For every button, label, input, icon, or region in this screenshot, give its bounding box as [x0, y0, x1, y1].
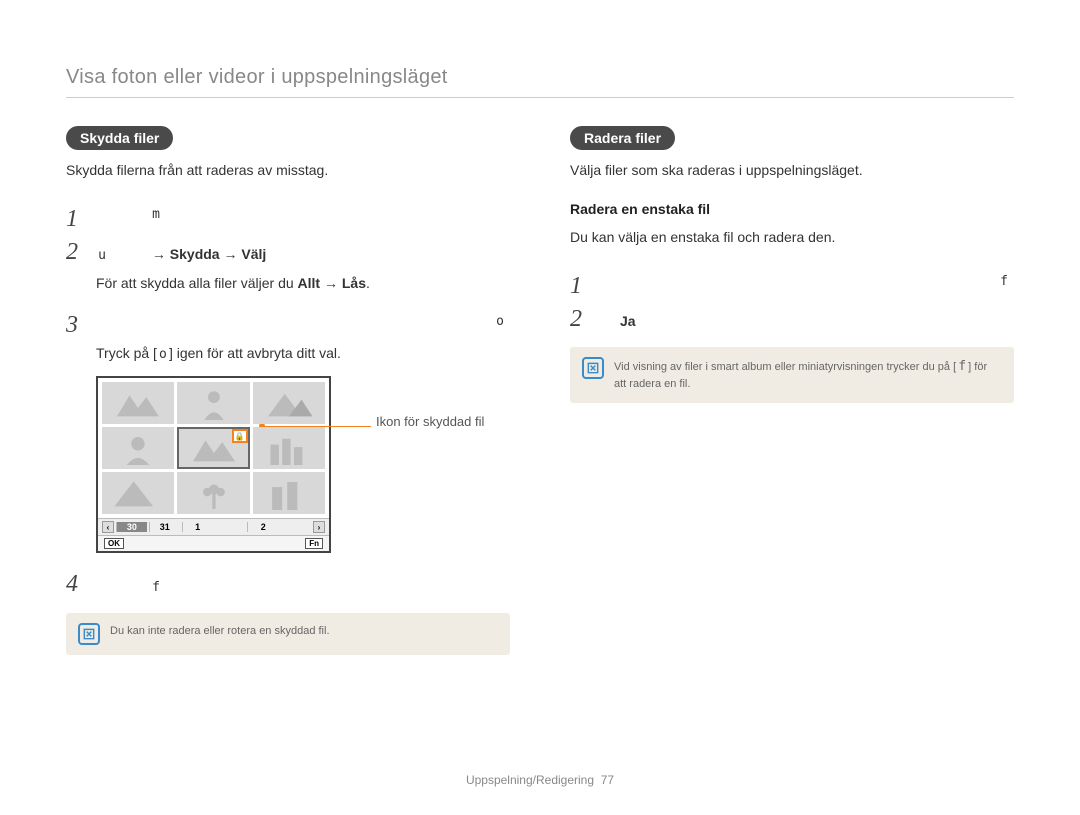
thumbnail: [102, 382, 174, 424]
thumbnail: [253, 472, 325, 514]
mountain-icon: [109, 477, 167, 511]
delete-desc: Välja filer som ska raderas i uppspelnin…: [570, 160, 1014, 181]
confirm-yes: Ja: [620, 313, 636, 329]
step-number: 3: [66, 312, 96, 339]
camera-bottombar: OK Fn: [98, 535, 329, 551]
info-note: Vid visning av filer i smart album eller…: [570, 347, 1014, 403]
timeline-cell[interactable]: 31: [149, 522, 180, 532]
timeline-cell[interactable]: 1: [182, 522, 213, 532]
lock-icon: 🔒: [232, 429, 248, 443]
thumbnail: [253, 427, 325, 469]
callout-label: Ikon för skyddad fil: [376, 414, 484, 429]
step-number: 1: [66, 206, 96, 233]
step-number: 1: [570, 273, 600, 300]
thumbnail: [102, 472, 174, 514]
delete-single-heading: Radera en enstaka fil: [570, 201, 1014, 217]
direction-symbol: u: [96, 246, 108, 267]
timeline-bar: ‹ 30 31 1 2 ›: [98, 518, 329, 535]
info-note-text: Vid visning av filer i smart album eller…: [614, 357, 1002, 393]
mountain-icon: [109, 387, 167, 421]
cityscape-icon: [260, 477, 318, 511]
protect-desc: Skydda filerna från att raderas av misst…: [66, 160, 510, 181]
cityscape-icon: [260, 432, 318, 466]
protect-all-note: För att skydda alla filer väljer du Allt…: [96, 273, 510, 294]
step-number: 2: [570, 306, 600, 333]
page-title: Visa foton eller videor i uppspelningslä…: [66, 66, 1014, 98]
camera-thumbnail-figure: Ikon för skyddad fil: [96, 376, 496, 553]
fn-symbol: f: [150, 578, 162, 599]
left-column: Skydda filer Skydda filerna från att rad…: [66, 126, 510, 655]
timeline-next[interactable]: ›: [313, 521, 325, 533]
timeline-prev[interactable]: ‹: [102, 521, 114, 533]
menu-item-protect: Skydda: [170, 246, 220, 262]
section-pill-protect: Skydda filer: [66, 126, 173, 150]
thumbnail-selected: 🔒: [177, 427, 249, 469]
fn-button-hint: Fn: [305, 538, 323, 549]
delete-steps: 1 f 2 Ja: [570, 268, 1014, 333]
ok-button-hint: OK: [104, 538, 124, 549]
timeline-cell[interactable]: 2: [247, 522, 278, 532]
timeline-cell[interactable]: 30: [116, 522, 147, 532]
info-note-text: Du kan inte radera eller rotera en skydd…: [110, 623, 330, 640]
person-icon: [109, 432, 167, 466]
info-note: Du kan inte radera eller rotera en skydd…: [66, 613, 510, 655]
flower-icon: [185, 477, 243, 511]
thumbnail: [177, 382, 249, 424]
info-icon: [582, 357, 604, 379]
step-number: 2: [66, 239, 96, 266]
page-footer: Uppspelning/Redigering 77: [0, 773, 1080, 787]
protect-steps: 1 m 2 u → Skydda → Välj: [66, 201, 510, 267]
menu-item-select: Välj: [241, 246, 266, 262]
mountain-icon: [260, 387, 318, 421]
thumbnail: [177, 472, 249, 514]
menu-symbol: m: [150, 205, 162, 226]
abort-note: Tryck på [o] igen för att avbryta ditt v…: [96, 345, 510, 362]
thumbnail: [102, 427, 174, 469]
thumbnail: [253, 382, 325, 424]
right-column: Radera filer Välja filer som ska raderas…: [570, 126, 1014, 655]
person-icon: [185, 387, 243, 421]
step-number: 4: [66, 571, 96, 598]
ok-symbol: o: [494, 312, 506, 333]
info-icon: [78, 623, 100, 645]
delete-single-desc: Du kan välja en enstaka fil och radera d…: [570, 227, 1014, 248]
fn-symbol: f: [998, 272, 1010, 293]
section-pill-delete: Radera filer: [570, 126, 675, 150]
